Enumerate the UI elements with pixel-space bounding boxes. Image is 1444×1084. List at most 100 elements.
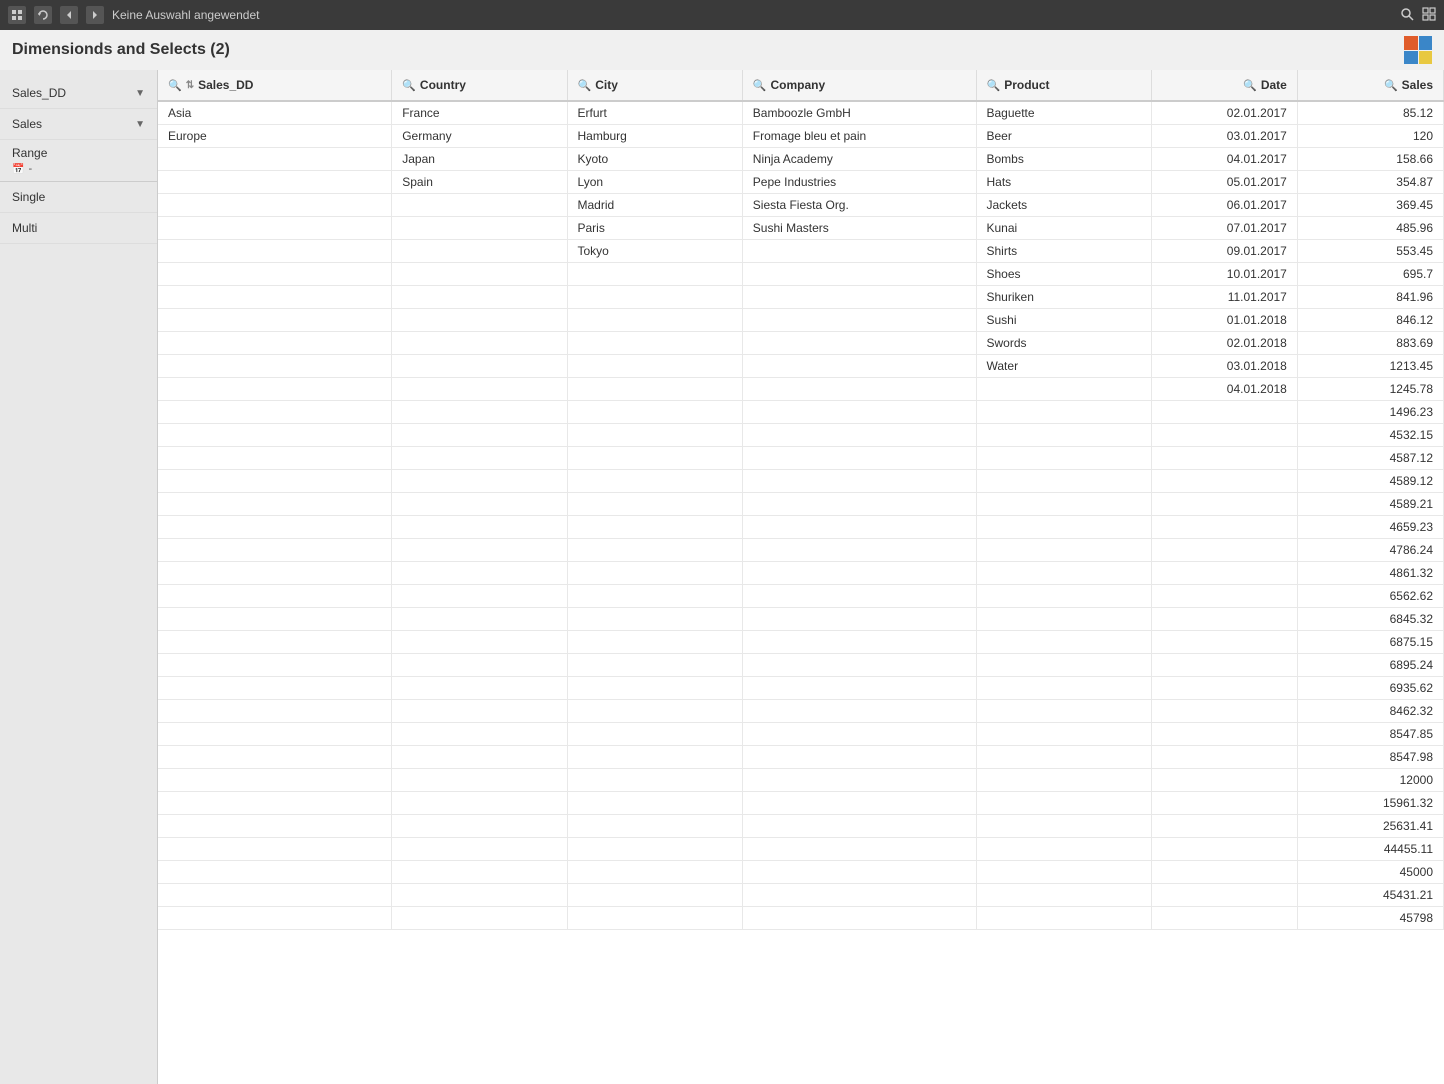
cell-city xyxy=(567,861,742,884)
cell-date xyxy=(1151,470,1297,493)
cell-salesdd xyxy=(158,631,392,654)
cell-salesdd xyxy=(158,815,392,838)
cell-sales: 1245.78 xyxy=(1297,378,1443,401)
cell-product xyxy=(976,815,1151,838)
cell-product xyxy=(976,493,1151,516)
table-row: 6875.15 xyxy=(158,631,1444,654)
search-icon-product[interactable]: 🔍 xyxy=(987,79,1001,92)
cell-salesdd xyxy=(158,769,392,792)
cell-country xyxy=(392,608,567,631)
cell-company xyxy=(742,401,976,424)
cell-date xyxy=(1151,424,1297,447)
topbar-expand-icon[interactable] xyxy=(1422,7,1436,24)
cell-salesdd xyxy=(158,217,392,240)
sidebar-sales-label: Sales xyxy=(12,117,42,131)
sidebar-item-multi[interactable]: Multi xyxy=(0,213,157,244)
cell-date: 02.01.2018 xyxy=(1151,332,1297,355)
cell-city xyxy=(567,838,742,861)
table-row: 8462.32 xyxy=(158,700,1444,723)
cell-sales: 25631.41 xyxy=(1297,815,1443,838)
cell-company xyxy=(742,355,976,378)
cell-country xyxy=(392,240,567,263)
cell-sales: 120 xyxy=(1297,125,1443,148)
table-row: Sushi01.01.2018846.12 xyxy=(158,309,1444,332)
cell-salesdd xyxy=(158,240,392,263)
table-row: AsiaFranceErfurtBamboozle GmbHBaguette02… xyxy=(158,101,1444,125)
cell-company xyxy=(742,677,976,700)
cell-sales: 6845.32 xyxy=(1297,608,1443,631)
table-body: AsiaFranceErfurtBamboozle GmbHBaguette02… xyxy=(158,101,1444,930)
table-row: 4861.32 xyxy=(158,562,1444,585)
cell-product: Shuriken xyxy=(976,286,1151,309)
app-icon[interactable] xyxy=(8,6,26,24)
cell-city xyxy=(567,884,742,907)
cell-country xyxy=(392,654,567,677)
cell-product: Sushi xyxy=(976,309,1151,332)
sidebar-item-sales[interactable]: Sales ▼ xyxy=(0,109,157,140)
cell-company xyxy=(742,746,976,769)
cell-city xyxy=(567,424,742,447)
table-row: 12000 xyxy=(158,769,1444,792)
cell-country xyxy=(392,286,567,309)
col-label-company: Company xyxy=(770,78,825,92)
cell-product xyxy=(976,723,1151,746)
col-header-city[interactable]: 🔍 City xyxy=(567,70,742,101)
sidebar-item-salesdd[interactable]: Sales_DD ▼ xyxy=(0,78,157,109)
cell-salesdd xyxy=(158,378,392,401)
content-area: 🔍 ⇅ Sales_DD 🔍 Country 🔍 xyxy=(158,70,1444,1084)
table-row: 25631.41 xyxy=(158,815,1444,838)
table-row: SpainLyonPepe IndustriesHats05.01.201735… xyxy=(158,171,1444,194)
col-label-sales: Sales xyxy=(1402,78,1433,92)
col-header-company[interactable]: 🔍 Company xyxy=(742,70,976,101)
cell-product xyxy=(976,677,1151,700)
table-row: 15961.32 xyxy=(158,792,1444,815)
cell-city xyxy=(567,585,742,608)
search-icon-country[interactable]: 🔍 xyxy=(402,79,416,92)
search-icon-salesdd[interactable]: 🔍 xyxy=(168,79,182,92)
search-icon-sales[interactable]: 🔍 xyxy=(1384,79,1398,92)
forward-icon[interactable] xyxy=(86,6,104,24)
cell-sales: 4589.21 xyxy=(1297,493,1443,516)
cell-company xyxy=(742,470,976,493)
cell-sales: 6562.62 xyxy=(1297,585,1443,608)
cell-sales: 369.45 xyxy=(1297,194,1443,217)
cell-sales: 1496.23 xyxy=(1297,401,1443,424)
cell-company xyxy=(742,378,976,401)
range-sub: 📅 - xyxy=(12,163,145,175)
cell-country xyxy=(392,746,567,769)
back-icon[interactable] xyxy=(60,6,78,24)
cell-salesdd xyxy=(158,792,392,815)
cell-salesdd: Europe xyxy=(158,125,392,148)
col-header-product[interactable]: 🔍 Product xyxy=(976,70,1151,101)
cell-company xyxy=(742,424,976,447)
cell-city: Paris xyxy=(567,217,742,240)
col-header-sales[interactable]: 🔍 Sales xyxy=(1297,70,1443,101)
sort-icon-salesdd[interactable]: ⇅ xyxy=(186,80,194,91)
table-row: 45798 xyxy=(158,907,1444,930)
cell-date xyxy=(1151,884,1297,907)
sidebar-item-single[interactable]: Single xyxy=(0,181,157,213)
cell-city: Hamburg xyxy=(567,125,742,148)
cell-country: Spain xyxy=(392,171,567,194)
search-icon-company[interactable]: 🔍 xyxy=(753,79,767,92)
col-label-date: Date xyxy=(1261,78,1287,92)
search-icon-date[interactable]: 🔍 xyxy=(1243,79,1257,92)
col-header-country[interactable]: 🔍 Country xyxy=(392,70,567,101)
col-header-date[interactable]: 🔍 Date xyxy=(1151,70,1297,101)
page-header: Dimensionds and Selects (2) xyxy=(0,30,1444,70)
col-header-salesdd[interactable]: 🔍 ⇅ Sales_DD xyxy=(158,70,392,101)
cell-date xyxy=(1151,815,1297,838)
cell-date xyxy=(1151,401,1297,424)
cell-sales: 4589.12 xyxy=(1297,470,1443,493)
cell-date: 01.01.2018 xyxy=(1151,309,1297,332)
cell-date: 03.01.2017 xyxy=(1151,125,1297,148)
cell-country xyxy=(392,838,567,861)
cell-product xyxy=(976,470,1151,493)
topbar-search-icon[interactable] xyxy=(1400,7,1414,24)
table-row: JapanKyotoNinja AcademyBombs04.01.201715… xyxy=(158,148,1444,171)
search-icon-city[interactable]: 🔍 xyxy=(578,79,592,92)
cell-company xyxy=(742,493,976,516)
cell-company xyxy=(742,907,976,930)
refresh-icon[interactable] xyxy=(34,6,52,24)
cell-date xyxy=(1151,539,1297,562)
